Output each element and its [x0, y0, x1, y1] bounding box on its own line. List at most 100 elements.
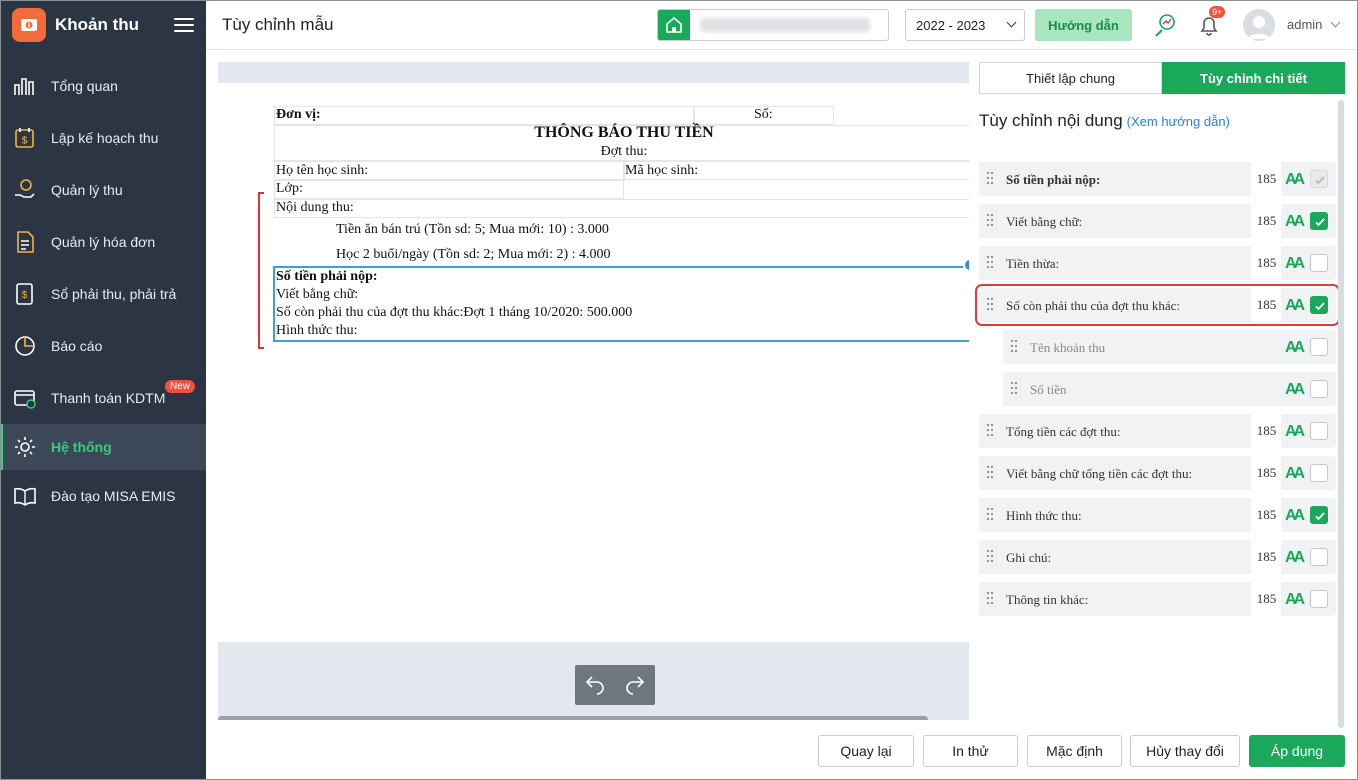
back-button[interactable]: Quay lại: [818, 735, 914, 767]
field-row[interactable]: Viết bằng chữ tổng tiền các đợt thu: 185 A…: [979, 456, 1336, 490]
field-row[interactable]: Số còn phải thu của đợt thu khác: 185 AA: [975, 284, 1340, 326]
sidebar-item-quan-ly-thu[interactable]: Quản lý thu: [0, 164, 206, 216]
doc-title[interactable]: THÔNG BÁO THU TIỀN: [274, 124, 969, 142]
gear-icon: [15, 437, 35, 457]
cancel-changes-button[interactable]: Hủy thay đổi: [1130, 735, 1240, 767]
font-format-icon[interactable]: AA: [1285, 381, 1305, 399]
drag-handle-icon[interactable]: [987, 550, 995, 564]
doc-ho-ten[interactable]: Họ tên học sinh:: [276, 163, 368, 179]
drag-handle-icon[interactable]: [987, 214, 995, 228]
field-visible-checkbox[interactable]: [1310, 548, 1328, 566]
field-visible-checkbox[interactable]: [1310, 338, 1328, 356]
chevron-down-icon[interactable]: [1330, 17, 1341, 28]
vertical-scrollbar[interactable]: [1338, 100, 1344, 728]
horizontal-scrollbar[interactable]: [218, 716, 928, 720]
field-width-input[interactable]: 185: [1251, 204, 1281, 238]
drag-handle-icon[interactable]: [987, 256, 995, 270]
doc-so-tien[interactable]: Số tiền phải nộp:: [276, 269, 378, 285]
field-row[interactable]: Viết bằng chữ: 185 AA: [979, 204, 1336, 238]
redo-icon[interactable]: [624, 674, 646, 696]
field-row[interactable]: Hình thức thu: 185 AA: [979, 498, 1336, 532]
school-year-select[interactable]: 2022 - 2023: [905, 9, 1025, 41]
field-width-input[interactable]: 185: [1251, 246, 1281, 280]
doc-noi-dung[interactable]: Nội dung thu:: [276, 200, 354, 216]
doc-cell: [274, 180, 624, 199]
doc-so[interactable]: Số:: [754, 107, 773, 123]
field-width-input[interactable]: 185: [1251, 456, 1281, 490]
field-visible-checkbox[interactable]: [1310, 506, 1328, 524]
avatar[interactable]: [1243, 9, 1275, 41]
field-visible-checkbox[interactable]: [1310, 590, 1328, 608]
field-width-input[interactable]: 185: [1251, 540, 1281, 574]
doc-item-2[interactable]: Học 2 buổi/ngày (Tồn sd: 2; Mua mới: 2) …: [336, 247, 611, 263]
apply-button[interactable]: Áp dụng: [1249, 735, 1345, 767]
field-width-input[interactable]: 185: [1251, 498, 1281, 532]
username[interactable]: admin: [1287, 17, 1322, 32]
font-format-icon[interactable]: AA: [1285, 339, 1305, 357]
guide-button[interactable]: Hướng dẫn: [1035, 9, 1132, 41]
font-format-icon[interactable]: AA: [1285, 255, 1305, 273]
sidebar-item-quan-ly-hoa-don[interactable]: Quản lý hóa đơn: [0, 216, 206, 268]
field-visible-checkbox[interactable]: [1310, 464, 1328, 482]
field-visible-checkbox[interactable]: [1310, 254, 1328, 272]
school-selector[interactable]: [657, 9, 889, 41]
field-row[interactable]: Ghi chú: 185 AA: [979, 540, 1336, 574]
font-format-icon[interactable]: AA: [1285, 591, 1305, 609]
field-row[interactable]: Số tiền phải nộp: 185 AA: [979, 162, 1336, 196]
sidebar-item-tong-quan[interactable]: Tổng quan: [0, 60, 206, 112]
field-row[interactable]: Tên khoản thu AA: [1003, 330, 1336, 364]
drag-handle-icon[interactable]: [987, 298, 995, 312]
field-row[interactable]: Tiền thừa: 185 AA: [979, 246, 1336, 280]
field-width-input[interactable]: 185: [1251, 288, 1281, 322]
field-width-input[interactable]: 185: [1251, 414, 1281, 448]
font-format-icon[interactable]: AA: [1285, 423, 1305, 441]
doc-so-con[interactable]: Số còn phải thu của đợt thu khác:Đợt 1 t…: [276, 305, 632, 321]
sidebar-item-lap-ke-hoach[interactable]: $ Lập kế hoạch thu: [0, 112, 206, 164]
drag-handle-icon[interactable]: [1011, 340, 1019, 354]
doc-don-vi[interactable]: Đơn vị:: [276, 107, 321, 123]
drag-handle-icon[interactable]: [987, 592, 995, 606]
drag-handle-icon[interactable]: [987, 466, 995, 480]
drag-handle-icon[interactable]: [987, 424, 995, 438]
field-visible-checkbox[interactable]: [1310, 422, 1328, 440]
font-format-icon[interactable]: AA: [1285, 297, 1305, 315]
analytics-search-icon[interactable]: [1152, 12, 1178, 38]
font-format-icon[interactable]: AA: [1285, 507, 1305, 525]
field-label: Ghi chú:: [1006, 550, 1052, 565]
sidebar-item-so-phai-thu[interactable]: $ Sổ phải thu, phải trả: [0, 268, 206, 320]
field-visible-checkbox[interactable]: [1310, 380, 1328, 398]
field-visible-checkbox[interactable]: [1310, 212, 1328, 230]
drag-handle-icon[interactable]: [1011, 382, 1019, 396]
font-format-icon[interactable]: AA: [1285, 213, 1305, 231]
doc-ma-hs[interactable]: Mã học sinh:: [625, 163, 698, 179]
undo-icon[interactable]: [584, 674, 606, 696]
field-row[interactable]: Số tiền AA: [1003, 372, 1336, 406]
tab-general-settings[interactable]: Thiết lập chung: [979, 62, 1162, 94]
doc-dot-thu[interactable]: Đợt thu:: [274, 144, 969, 160]
field-row[interactable]: Thông tin khác: 185 AA: [979, 582, 1336, 616]
doc-viet-bang-chu[interactable]: Viết bằng chữ:: [276, 287, 358, 303]
checkmark-icon: [1315, 176, 1325, 185]
default-button[interactable]: Mặc định: [1027, 735, 1122, 767]
field-row[interactable]: Tổng tiền các đợt thu: 185 AA: [979, 414, 1336, 448]
doc-lop[interactable]: Lớp:: [276, 181, 303, 197]
sidebar-item-bao-cao[interactable]: Báo cáo: [0, 320, 206, 372]
font-format-icon[interactable]: AA: [1285, 465, 1305, 483]
font-format-icon[interactable]: AA: [1285, 549, 1305, 567]
doc-hinh-thuc[interactable]: Hình thức thu:: [276, 323, 357, 339]
field-width-input[interactable]: 185: [1251, 162, 1281, 196]
field-width-input[interactable]: 185: [1251, 582, 1281, 616]
drag-handle-icon[interactable]: [987, 508, 995, 522]
sidebar-item-he-thong[interactable]: Hệ thống: [0, 424, 206, 470]
doc-item-1[interactable]: Tiền ăn bán trú (Tồn sd: 5; Mua mới: 10)…: [336, 222, 609, 238]
tab-detail-customize[interactable]: Tùy chỉnh chi tiết: [1162, 62, 1345, 94]
font-format-icon[interactable]: AA: [1285, 171, 1305, 189]
guide-link[interactable]: (Xem hướng dẫn): [1127, 114, 1230, 129]
print-test-button[interactable]: In thử: [923, 735, 1018, 767]
field-label: Viết bằng chữ tổng tiền các đợt thu:: [1006, 466, 1193, 481]
menu-toggle-icon[interactable]: [174, 18, 194, 32]
sidebar-item-thanh-toan-kdtm[interactable]: Thanh toán KDTM New: [0, 372, 206, 424]
sidebar-item-dao-tao[interactable]: Đào tạo MISA EMIS: [0, 470, 206, 522]
drag-handle-icon[interactable]: [987, 172, 995, 186]
field-visible-checkbox[interactable]: [1310, 296, 1328, 314]
